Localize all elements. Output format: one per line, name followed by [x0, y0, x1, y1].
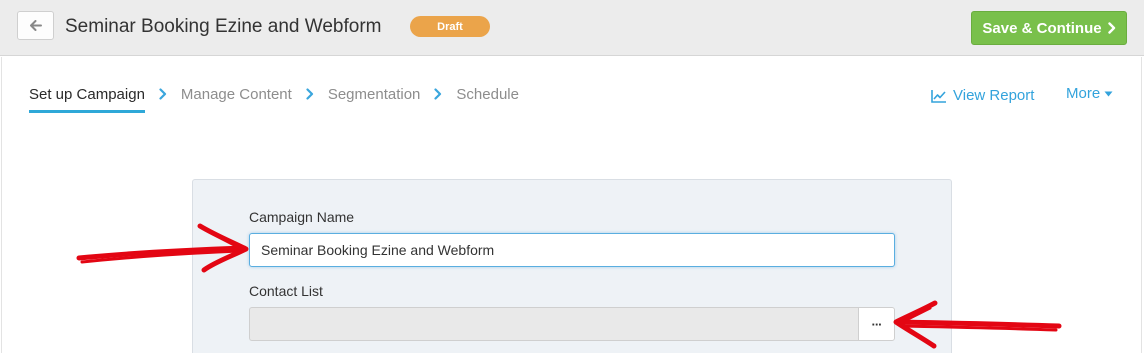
contact-list-label: Contact List	[249, 283, 323, 299]
status-badge: Draft	[410, 16, 490, 37]
more-menu[interactable]: More	[1066, 85, 1113, 102]
line-chart-icon	[931, 89, 946, 103]
step-schedule[interactable]: Schedule	[456, 86, 519, 103]
back-button[interactable]	[17, 11, 54, 40]
save-continue-button[interactable]: Save & Continue	[971, 11, 1127, 45]
step-navigation: Set up Campaign Manage Content Segmentat…	[29, 86, 519, 116]
view-report-label: View Report	[953, 87, 1035, 104]
top-bar: Seminar Booking Ezine and Webform Draft …	[0, 0, 1144, 56]
chevron-right-icon	[1107, 22, 1115, 34]
contact-list-picker-button[interactable]: ···	[858, 307, 895, 341]
chevron-right-icon	[159, 88, 167, 100]
caret-down-icon	[1104, 91, 1113, 96]
chevron-right-icon	[434, 88, 442, 100]
save-continue-label: Save & Continue	[982, 19, 1102, 37]
left-divider	[1, 57, 2, 353]
page-title: Seminar Booking Ezine and Webform	[65, 16, 382, 37]
contact-list-field[interactable]	[249, 307, 859, 341]
step-segmentation[interactable]: Segmentation	[328, 86, 421, 103]
step-setup-campaign[interactable]: Set up Campaign	[29, 86, 145, 113]
right-divider	[1141, 57, 1142, 353]
chevron-right-icon	[306, 88, 313, 100]
view-report-link[interactable]: View Report	[931, 87, 1034, 104]
step-manage-content[interactable]: Manage Content	[181, 86, 292, 103]
more-label: More	[1066, 85, 1101, 102]
arrow-left-icon	[29, 20, 42, 31]
campaign-name-label: Campaign Name	[249, 209, 355, 225]
campaign-name-input[interactable]	[249, 233, 895, 267]
